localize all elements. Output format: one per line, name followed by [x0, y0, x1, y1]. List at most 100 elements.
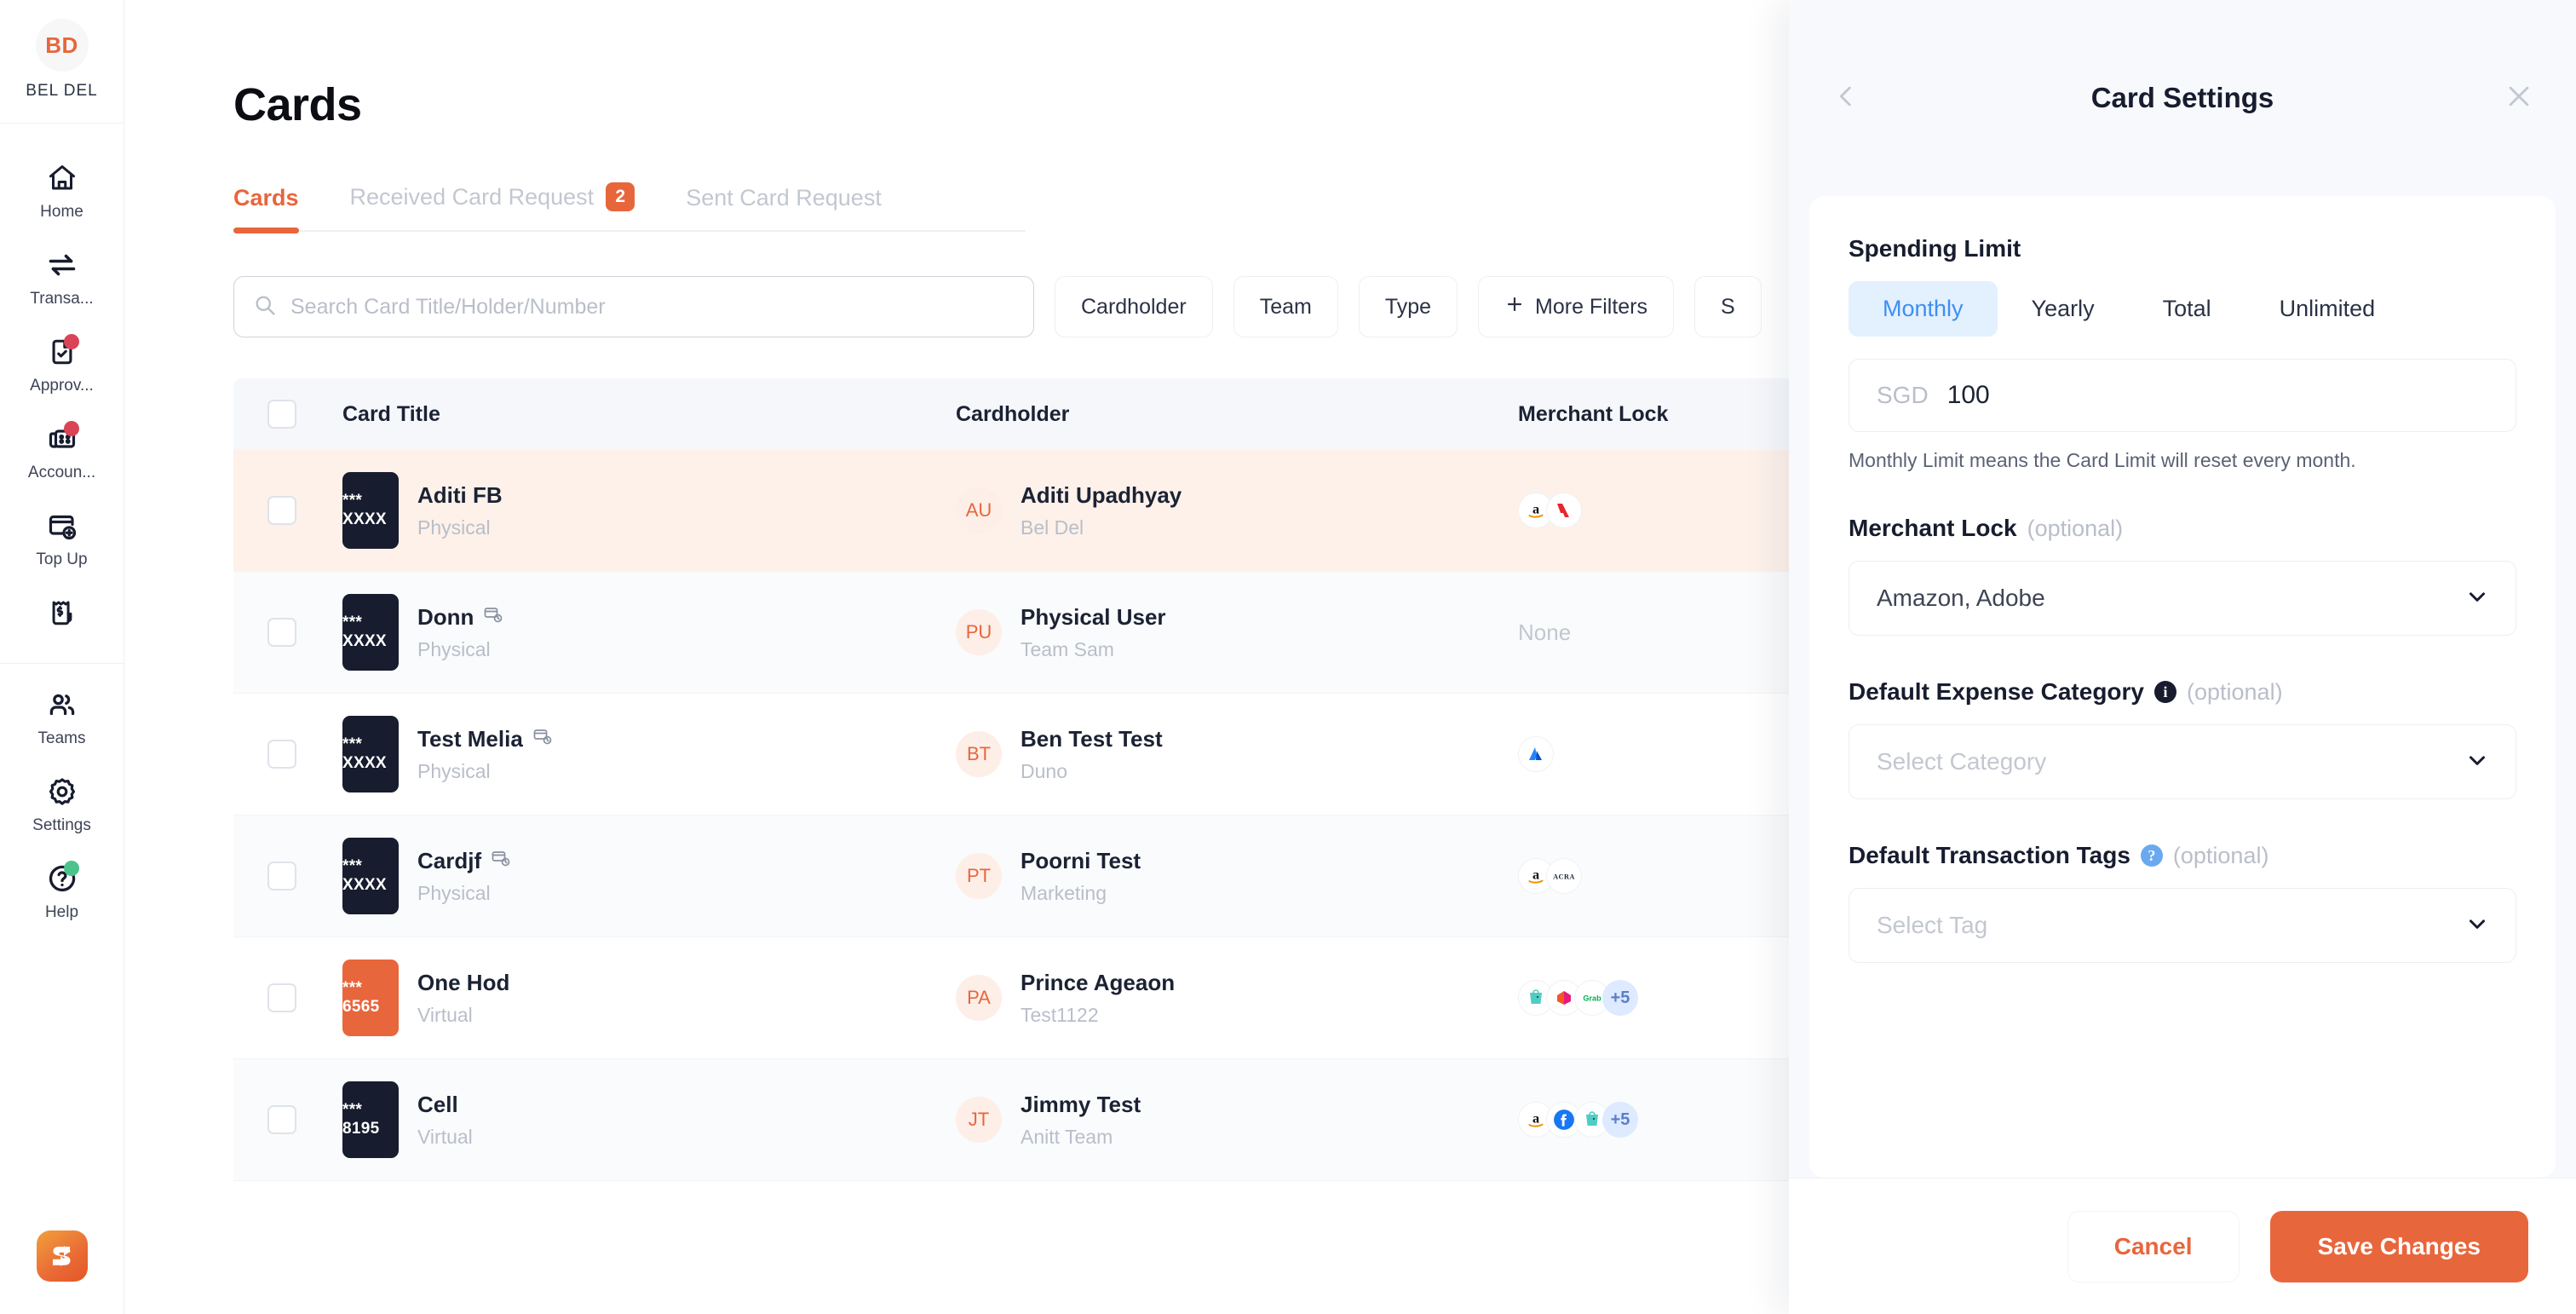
avatar: PU	[956, 609, 1002, 655]
period-option-total[interactable]: Total	[2129, 281, 2245, 337]
chevron-down-icon	[2464, 911, 2490, 941]
sidebar-item-home[interactable]: Home	[0, 146, 124, 233]
merchant-overflow-count[interactable]: +5	[1602, 980, 1638, 1016]
panel-header: Card Settings	[1789, 0, 2576, 196]
filter-team[interactable]: Team	[1233, 276, 1338, 337]
filter-more-filters[interactable]: More Filters	[1478, 276, 1674, 337]
spending-limit-period-tabs: Monthly Yearly Total Unlimited	[1849, 281, 2516, 337]
card-type-label: Virtual	[417, 1003, 473, 1026]
cardholder-name: Jimmy Test	[1021, 1091, 1141, 1117]
card-type-label: Virtual	[417, 1125, 473, 1148]
select-all-checkbox[interactable]	[267, 400, 296, 429]
sidebar-item-label: Transa...	[30, 290, 94, 308]
card-title-text: Cardjf Physical	[417, 848, 511, 905]
merchant-lock-label: Merchant Lock	[1849, 515, 2017, 541]
sidebar-item-label: Home	[40, 203, 83, 221]
sidebar-item-top-up[interactable]: Top Up	[0, 493, 124, 580]
card-title-text: Donn Physical	[417, 604, 503, 661]
chevron-down-icon	[2464, 584, 2490, 614]
close-icon	[2504, 82, 2533, 115]
card-title-text: One Hod Virtual	[417, 970, 509, 1027]
sidebar-item-settings[interactable]: Settings	[0, 759, 124, 846]
tab-cards[interactable]: Cards	[233, 185, 299, 233]
back-button[interactable]	[1826, 78, 1866, 118]
cancel-button[interactable]: Cancel	[2067, 1210, 2240, 1282]
cardholder-name: Physical User	[1021, 603, 1166, 630]
sidebar-item-approvals[interactable]: Approv...	[0, 320, 124, 406]
org-header[interactable]: BD BEL DEL	[0, 0, 124, 124]
sidebar-item-teams[interactable]: Teams	[0, 672, 124, 759]
card-title-text: Test Melia Physical	[417, 726, 553, 783]
question-icon[interactable]: ?	[2140, 844, 2163, 867]
transaction-tags-select[interactable]: Select Tag	[1849, 888, 2516, 963]
transaction-tags-placeholder: Select Tag	[1877, 912, 1988, 938]
card-title-label: Cardjf	[417, 847, 482, 873]
sidebar-item-cards[interactable]	[0, 580, 124, 651]
card-title-main: Aditi FB	[417, 482, 503, 509]
svg-text:a: a	[1532, 501, 1539, 516]
spending-limit-hint: Monthly Limit means the Card Limit will …	[1849, 449, 2356, 471]
filter-type[interactable]: Type	[1358, 276, 1458, 337]
receipt-dollar-icon	[43, 595, 81, 631]
row-checkbox[interactable]	[267, 862, 296, 890]
svg-text:Grab: Grab	[1583, 994, 1601, 1002]
online-status-dot	[63, 861, 79, 876]
card-title-label: One Hod	[417, 969, 510, 995]
card-title-main: Donn	[417, 604, 503, 631]
tab-label: Sent Card Request	[686, 185, 882, 210]
currency-prefix: SGD	[1877, 382, 1929, 408]
org-avatar: BD	[35, 19, 89, 72]
merchant-lock-label-row: Merchant Lock (optional)	[1849, 515, 2516, 542]
spenmo-s-logo[interactable]	[36, 1230, 88, 1282]
cardholder-team: Test1122	[1021, 1003, 1099, 1026]
cardholder-team: Marketing	[1021, 881, 1107, 904]
merchant-overflow-count[interactable]: +5	[1602, 1102, 1638, 1138]
filter-cardholder[interactable]: Cardholder	[1055, 276, 1213, 337]
spending-limit-input[interactable]: SGD 100	[1849, 359, 2516, 432]
card-title-cell: *** 6565 One Hod Virtual	[342, 960, 956, 1036]
card-thumbnail: *** XXXX	[342, 594, 399, 671]
merchant-lock-optional: (optional)	[2027, 515, 2124, 541]
select-all-cell	[267, 400, 342, 429]
period-option-monthly[interactable]: Monthly	[1849, 281, 1998, 337]
info-icon[interactable]: i	[2154, 681, 2176, 703]
period-option-yearly[interactable]: Yearly	[1998, 281, 2129, 337]
expense-category-select[interactable]: Select Category	[1849, 724, 2516, 799]
tab-sent-card-request[interactable]: Sent Card Request	[686, 185, 882, 230]
row-checkbox[interactable]	[267, 740, 296, 769]
sidebar-item-accounting[interactable]: Accoun...	[0, 406, 124, 493]
row-checkbox[interactable]	[267, 496, 296, 525]
avatar: BT	[956, 731, 1002, 777]
card-settings-panel: Card Settings Spending Limit Monthly Yea…	[1789, 0, 2576, 1314]
search-box[interactable]	[233, 276, 1034, 337]
row-select-cell	[267, 496, 342, 525]
search-input[interactable]	[290, 294, 1015, 320]
avatar: JT	[956, 1097, 1002, 1143]
row-checkbox[interactable]	[267, 983, 296, 1012]
save-changes-button[interactable]: Save Changes	[2269, 1210, 2528, 1282]
cardholder-name: Poorni Test	[1021, 847, 1141, 873]
close-button[interactable]	[2499, 78, 2539, 118]
cardholder-cell: PA Prince Ageaon Test1122	[956, 970, 1518, 1027]
tab-received-card-request[interactable]: Received Card Request 2	[350, 182, 635, 230]
card-title-label: Test Melia	[417, 725, 523, 752]
sidebar-item-transactions[interactable]: Transa...	[0, 233, 124, 320]
row-checkbox[interactable]	[267, 618, 296, 647]
notification-badge-dot	[63, 334, 79, 349]
column-header-cardholder[interactable]: Cardholder	[956, 402, 1518, 427]
expense-category-optional: (optional)	[2187, 678, 2283, 705]
sidebar-item-label: Accoun...	[27, 464, 96, 481]
plus-icon	[1504, 294, 1525, 320]
filter-sort[interactable]: S	[1694, 276, 1762, 337]
row-checkbox[interactable]	[267, 1105, 296, 1134]
filter-label: S	[1721, 294, 1735, 319]
period-option-unlimited[interactable]: Unlimited	[2245, 281, 2410, 337]
merchant-lock-select[interactable]: Amazon, Adobe	[1849, 561, 2516, 636]
transaction-tags-optional: (optional)	[2172, 842, 2269, 868]
cardholder-cell: JT Jimmy Test Anitt Team	[956, 1092, 1518, 1149]
sidebar-item-help[interactable]: Help	[0, 846, 124, 933]
cardholder-text: Aditi Upadhyay Bel Del	[1021, 482, 1182, 539]
transaction-tags-label-row: Default Transaction Tags ? (optional)	[1849, 842, 2516, 869]
transaction-tags-label: Default Transaction Tags	[1849, 842, 2130, 868]
column-header-card-title[interactable]: Card Title	[342, 402, 956, 427]
